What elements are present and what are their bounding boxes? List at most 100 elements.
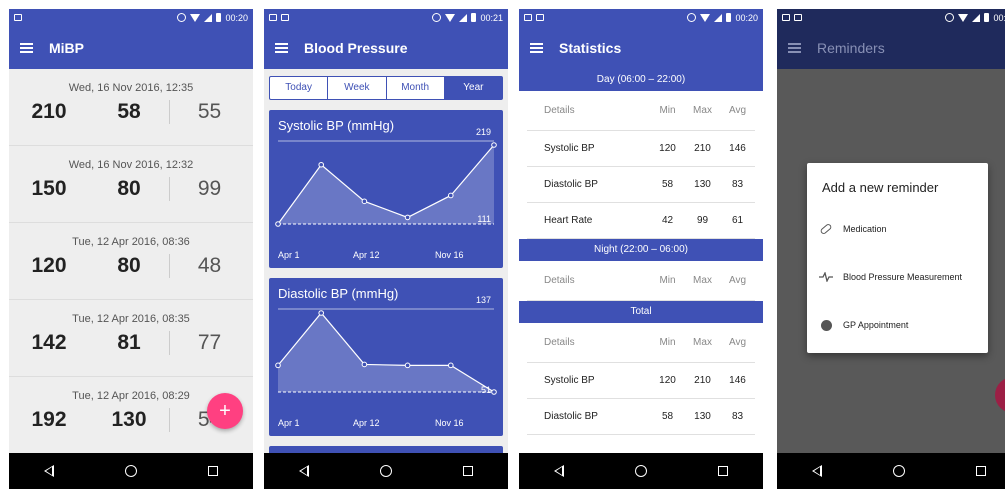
list-item[interactable]: Tue, 12 Apr 2016, 08:36 120 80 48 — [9, 223, 253, 300]
dim-overlay[interactable]: Reminders Add a new reminder Medication … — [777, 26, 1005, 453]
header-min: Min — [659, 337, 676, 348]
data-point[interactable] — [361, 198, 368, 205]
option-label: GP Appointment — [843, 320, 909, 330]
chart-content[interactable]: Today Week Month Year Systolic BP (mmHg)… — [264, 69, 508, 453]
notification-icon — [524, 14, 532, 21]
pulse-value: 77 — [169, 331, 249, 355]
systolic-value: 192 — [31, 408, 67, 431]
app-bar: Reminders — [777, 26, 1005, 69]
data-point[interactable] — [275, 221, 281, 227]
list-item[interactable]: Wed, 16 Nov 2016, 12:32 150 80 99 — [9, 146, 253, 223]
data-point[interactable] — [275, 362, 281, 369]
back-icon[interactable] — [44, 465, 55, 477]
home-icon[interactable] — [892, 465, 905, 477]
data-point[interactable] — [404, 214, 411, 221]
menu-icon[interactable] — [275, 42, 288, 53]
row-label: Systolic BP — [544, 375, 595, 386]
wifi-icon — [190, 13, 201, 22]
data-point[interactable] — [318, 310, 325, 316]
home-icon[interactable] — [124, 465, 137, 477]
notification-icon — [794, 14, 802, 21]
option-gp-appointment[interactable]: GP Appointment — [807, 301, 988, 349]
row-min: 58 — [661, 179, 674, 190]
home-icon[interactable] — [634, 465, 647, 477]
notification-icon — [782, 14, 790, 21]
min-label: 51 — [480, 385, 491, 395]
battery-icon — [726, 13, 732, 22]
menu-icon[interactable] — [20, 42, 33, 53]
option-label: Medication — [843, 224, 887, 234]
tab-year[interactable]: Year — [444, 77, 502, 99]
vibrate-icon — [432, 13, 442, 22]
data-point[interactable] — [491, 389, 497, 395]
header-avg: Avg — [728, 105, 747, 116]
diastolic-value: 130 — [111, 408, 147, 431]
x-tick-label: Nov 16 — [435, 250, 464, 260]
entry-date: Wed, 16 Nov 2016, 12:35 — [68, 82, 194, 94]
tab-today[interactable]: Today — [270, 77, 329, 99]
notification-icon — [536, 14, 544, 21]
option-bp-measurement[interactable]: Blood Pressure Measurement — [807, 253, 988, 301]
data-point[interactable] — [448, 192, 454, 199]
heart-rate-chart-card — [269, 446, 503, 453]
recents-icon[interactable] — [975, 466, 986, 476]
row-label: Diastolic BP — [544, 179, 598, 190]
table-header: Details Min Max Avg — [527, 261, 755, 301]
list-item[interactable]: Tue, 12 Apr 2016, 08:35 142 81 77 — [9, 300, 253, 377]
systolic-value: 120 — [31, 254, 67, 277]
row-max: 130 — [694, 179, 711, 190]
data-point[interactable] — [448, 362, 454, 369]
header-max: Max — [693, 105, 712, 116]
pill-icon — [819, 222, 833, 236]
battery-icon — [216, 13, 222, 22]
page-title: Blood Pressure — [304, 39, 408, 56]
list-item[interactable]: Wed, 16 Nov 2016, 12:35 210 58 55 — [9, 69, 253, 146]
home-icon[interactable] — [379, 465, 392, 477]
header-details: Details — [544, 337, 575, 348]
data-point[interactable] — [491, 142, 497, 148]
diastolic-chart — [275, 308, 497, 395]
status-bar: 00:20 — [9, 9, 253, 26]
menu-icon[interactable] — [530, 42, 543, 53]
status-time: 00:20 — [735, 12, 758, 23]
recents-icon[interactable] — [462, 466, 473, 476]
data-point[interactable] — [361, 361, 368, 368]
add-reading-button[interactable]: + — [207, 393, 243, 429]
max-label: 137 — [475, 295, 491, 305]
row-max: 130 — [694, 411, 711, 422]
row-min: 42 — [661, 215, 674, 226]
status-time: 00:21 — [480, 12, 503, 23]
recents-icon[interactable] — [207, 466, 218, 476]
page-title: Statistics — [559, 39, 622, 56]
status-bar: 00:20 — [519, 9, 763, 26]
row-min: 120 — [659, 375, 676, 386]
vibrate-icon — [687, 13, 697, 22]
statistics-table[interactable]: Day (06:00 – 22:00) Details Min Max Avg … — [519, 69, 763, 453]
pulse-value: 55 — [169, 100, 249, 124]
tab-week[interactable]: Week — [328, 77, 387, 99]
table-row: Systolic BP 120 210 146 — [527, 363, 755, 399]
back-icon[interactable] — [812, 465, 823, 477]
entry-date: Tue, 12 Apr 2016, 08:36 — [72, 236, 190, 248]
screen-blood-pressure: 00:21 Blood Pressure Today Week Month Ye… — [264, 9, 508, 489]
systolic-value: 142 — [31, 331, 67, 354]
data-point[interactable] — [404, 362, 411, 369]
header-details: Details — [544, 105, 575, 116]
option-medication[interactable]: Medication — [807, 205, 988, 253]
status-time: 00:20 — [993, 12, 1005, 23]
edit-fab-button[interactable] — [995, 377, 1005, 413]
pulse-icon — [818, 272, 834, 282]
tab-month[interactable]: Month — [387, 77, 445, 99]
nav-bar — [9, 453, 253, 489]
recents-icon[interactable] — [717, 466, 728, 476]
wifi-icon — [700, 13, 711, 22]
signal-icon — [972, 13, 981, 22]
data-point[interactable] — [318, 161, 325, 168]
notification-icon — [14, 14, 22, 21]
back-icon[interactable] — [554, 465, 565, 477]
row-label: Heart Rate — [544, 215, 593, 226]
back-icon[interactable] — [299, 465, 310, 477]
row-max: 210 — [694, 143, 711, 154]
app-bar: MiBP — [9, 26, 253, 69]
screen-history: 00:20 MiBP Wed, 16 Nov 2016, 12:35 210 5… — [9, 9, 253, 489]
